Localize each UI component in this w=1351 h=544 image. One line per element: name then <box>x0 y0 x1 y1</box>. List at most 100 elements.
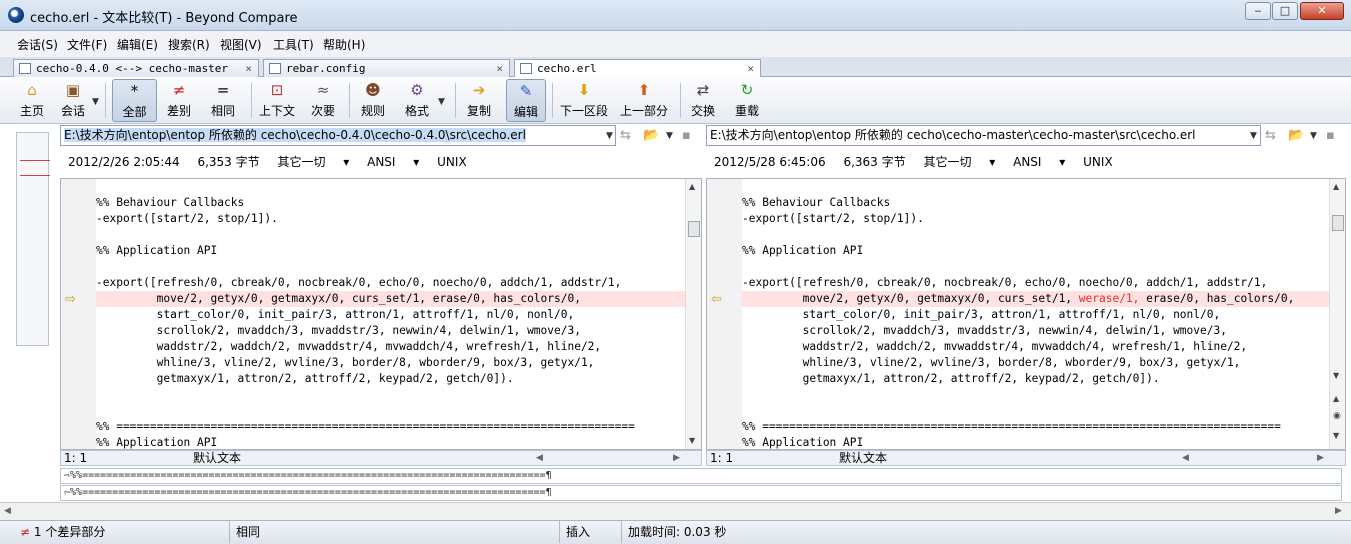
next-diff-icon[interactable]: ▼ <box>1333 431 1339 440</box>
diff-line-prefix: move/2, getyx/0, getmaxyx/0, curs_set/1, <box>742 292 1079 305</box>
tab-rebar-config[interactable]: rebar.config × <box>263 59 510 77</box>
scroll-left-icon[interactable]: ◀ <box>1182 451 1189 466</box>
rules-button[interactable]: ☻ 规则 <box>356 79 390 122</box>
tab-close-icon[interactable]: × <box>496 60 503 77</box>
tab-folder-compare[interactable]: cecho-0.4.0 <--> cecho-master × <box>13 59 259 77</box>
format-dropdown-icon[interactable]: ▼ <box>438 97 445 107</box>
session-dropdown-icon[interactable]: ▼ <box>92 97 99 107</box>
tab-cecho-erl[interactable]: cecho.erl × <box>514 59 761 78</box>
tab-label: cecho-0.4.0 <--> cecho-master <box>36 62 229 75</box>
right-editor-pane[interactable]: ⇦ %% Behaviour Callbacks -export([start/… <box>706 178 1346 450</box>
home-button[interactable]: ⌂ 主页 <box>14 79 50 122</box>
code-line: %% Application API <box>96 244 218 257</box>
status-bar: ≠ 1 个差异部分 相同 插入 加载时间: 0.03 秒 <box>0 520 1351 544</box>
tab-close-icon[interactable]: × <box>747 60 754 77</box>
right-path-text: E:\技术方向\entop\entop 所依赖的 cecho\cecho-mas… <box>710 128 1196 142</box>
home-icon: ⌂ <box>27 81 37 99</box>
right-diff-arrow-icon[interactable]: ⇦ <box>711 292 722 307</box>
session-button[interactable]: ▣ 会话 <box>56 79 90 122</box>
scroll-left-icon[interactable]: ◀ <box>536 451 543 466</box>
scroll-thumb[interactable] <box>688 221 700 237</box>
left-swap-icon[interactable]: ⇆ <box>620 128 631 143</box>
edit-pencil-icon: ✎ <box>519 82 533 100</box>
right-save-icon[interactable]: ▪ <box>1326 128 1335 143</box>
maximize-button[interactable]: □ <box>1272 2 1298 20</box>
right-vertical-scrollbar[interactable]: ▲ ▼ ▲ ◉ ▼ <box>1329 179 1345 449</box>
code-line: -export([start/2, stop/1]). <box>742 212 924 225</box>
context-label: 上下文 <box>258 104 295 118</box>
scroll-up-icon[interactable]: ▲ <box>1333 182 1339 191</box>
menu-view[interactable]: 视图(V) <box>218 36 264 53</box>
current-line-icon[interactable]: ◉ <box>1333 411 1341 421</box>
left-open-dropdown-icon[interactable]: ▼ <box>666 131 673 141</box>
scroll-left-icon[interactable]: ◀ <box>4 506 11 516</box>
reload-button[interactable]: ↻ 重载 <box>730 79 764 122</box>
scroll-down-icon[interactable]: ▼ <box>689 436 695 445</box>
show-all-button[interactable]: * 全部 <box>112 79 157 122</box>
left-gutter <box>61 179 96 449</box>
right-open-folder-icon[interactable]: 📂 <box>1288 128 1304 143</box>
folder-compare-icon <box>19 63 31 74</box>
rules-label: 规则 <box>360 104 385 118</box>
left-vertical-scrollbar[interactable]: ▲ ▼ <box>685 179 701 449</box>
right-encoding-select[interactable]: ANSI ▾ <box>1013 155 1065 169</box>
format-button[interactable]: ⚙ 格式 <box>400 79 434 122</box>
code-line: -export([start/2, stop/1]). <box>96 212 278 225</box>
menu-edit[interactable]: 编辑(E) <box>115 36 160 53</box>
left-open-folder-icon[interactable]: 📂 <box>643 128 659 143</box>
left-editor-pane[interactable]: ⇨ %% Behaviour Callbacks -export([start/… <box>60 178 702 450</box>
code-line: %% Application API <box>742 436 864 449</box>
left-save-icon[interactable]: ▪ <box>682 128 691 143</box>
right-open-dropdown-icon[interactable]: ▼ <box>1310 131 1317 141</box>
format-icon: ⚙ <box>410 81 424 99</box>
show-same-button[interactable]: = 相同 <box>206 79 240 122</box>
left-text-format[interactable]: 默认文本 <box>193 451 241 466</box>
title-bar: cecho.erl - 文本比较(T) - Beyond Compare ‒ □… <box>0 0 1351 31</box>
left-filter-select[interactable]: 其它一切 ▾ <box>277 155 349 169</box>
show-same-label: 相同 <box>210 104 235 118</box>
horizontal-scrollbar[interactable]: ◀ ▶ <box>0 502 1351 520</box>
close-button[interactable]: ✕ <box>1300 2 1344 20</box>
code-line: scrollok/2, mvaddch/3, mvaddstr/3, newwi… <box>742 324 1227 337</box>
right-text-format[interactable]: 默认文本 <box>839 451 887 466</box>
code-line: getmaxyx/1, attron/2, attroff/2, keypad/… <box>742 372 1160 385</box>
edit-button[interactable]: ✎ 编辑 <box>506 79 546 122</box>
tab-label: rebar.config <box>286 62 366 75</box>
context-button[interactable]: ⊡ 上下文 <box>256 79 298 122</box>
copy-button[interactable]: ➔ 复制 <box>462 79 496 122</box>
left-diff-arrow-icon[interactable]: ⇨ <box>65 292 76 307</box>
next-section-label: 下一区段 <box>559 104 608 118</box>
tab-close-icon[interactable]: × <box>245 60 252 77</box>
swap-button[interactable]: ⇄ 交换 <box>686 79 720 122</box>
scroll-right-icon[interactable]: ▶ <box>673 451 680 466</box>
menu-help[interactable]: 帮助(H) <box>321 36 367 53</box>
next-section-button[interactable]: ⬇ 下一区段 <box>558 79 610 122</box>
menu-search[interactable]: 搜索(R) <box>166 36 212 53</box>
menu-session[interactable]: 会话(S) <box>15 36 60 53</box>
prev-section-button[interactable]: ⬆ 上一部分 <box>618 79 670 122</box>
minimize-button[interactable]: ‒ <box>1245 2 1271 20</box>
minor-button[interactable]: ≈ 次要 <box>306 79 340 122</box>
left-path-input[interactable]: E:\技术方向\entop\entop 所依赖的 cecho\cecho-0.4… <box>60 125 616 146</box>
left-encoding-select[interactable]: ANSI ▾ <box>367 155 419 169</box>
menu-bar: 会话(S) 文件(F) 编辑(E) 搜索(R) 视图(V) 工具(T) 帮助(H… <box>0 31 1351 57</box>
scroll-right-icon[interactable]: ▶ <box>1335 506 1342 516</box>
right-swap-icon[interactable]: ⇆ <box>1265 128 1276 143</box>
scroll-right-icon[interactable]: ▶ <box>1317 451 1324 466</box>
menu-tools[interactable]: 工具(T) <box>271 36 316 53</box>
scroll-down-icon[interactable]: ▼ <box>1333 371 1339 380</box>
show-diffs-button[interactable]: ≠ 差别 <box>162 79 196 122</box>
toolbar-separator <box>105 83 106 118</box>
right-filter-select[interactable]: 其它一切 ▾ <box>923 155 995 169</box>
right-path-input[interactable]: E:\技术方向\entop\entop 所依赖的 cecho\cecho-mas… <box>706 125 1261 146</box>
menu-file[interactable]: 文件(F) <box>65 36 109 53</box>
right-path-dropdown-icon[interactable]: ▼ <box>1250 131 1257 141</box>
prev-diff-icon[interactable]: ▲ <box>1333 394 1339 403</box>
right-code[interactable]: %% Behaviour Callbacks -export([start/2,… <box>742 195 1329 449</box>
left-code[interactable]: %% Behaviour Callbacks -export([start/2,… <box>96 195 685 449</box>
scroll-up-icon[interactable]: ▲ <box>689 182 695 191</box>
left-path-dropdown-icon[interactable]: ▼ <box>606 131 613 141</box>
scroll-thumb[interactable] <box>1332 215 1344 231</box>
